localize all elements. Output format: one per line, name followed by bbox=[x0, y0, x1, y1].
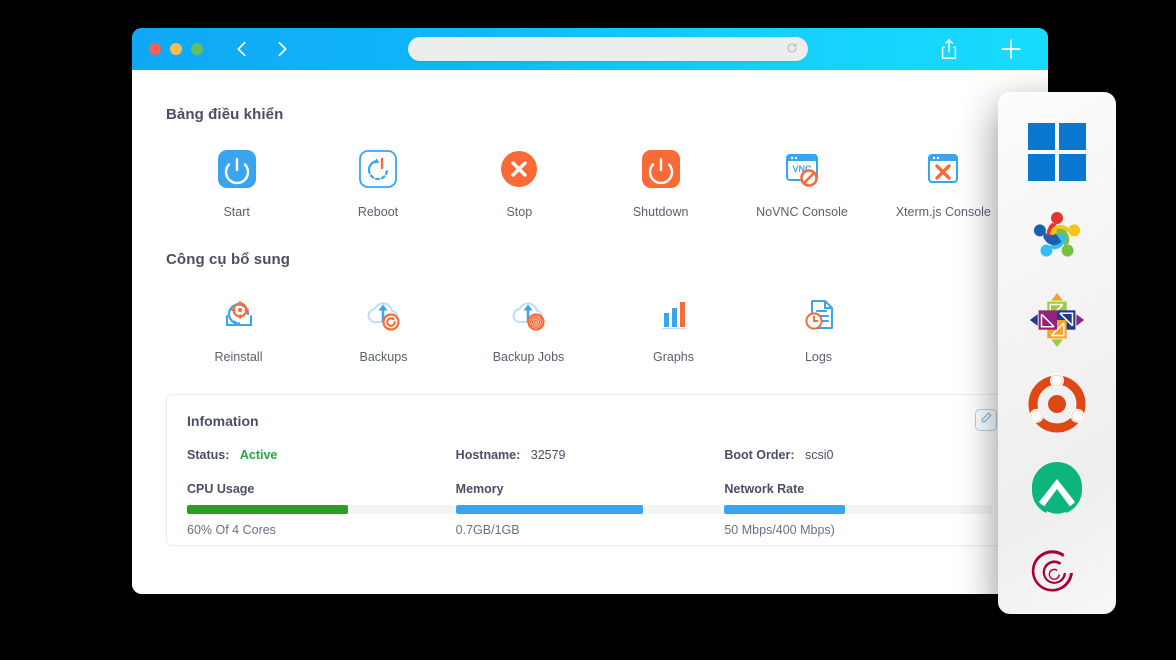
progress-track bbox=[456, 505, 724, 514]
ubuntu-logo-icon[interactable] bbox=[1023, 370, 1091, 438]
action-label: Stop bbox=[506, 205, 532, 219]
resource-meters: CPU Usage 60% Of 4 Cores Memory 0.7GB/1G… bbox=[187, 482, 993, 537]
forward-chevron-icon[interactable] bbox=[271, 38, 293, 60]
field-value: 32579 bbox=[531, 448, 566, 462]
new-tab-plus-icon[interactable] bbox=[998, 36, 1024, 67]
traffic-light-group bbox=[149, 43, 203, 55]
field-key: Hostname: bbox=[456, 448, 521, 462]
field-hostname: Hostname: 32579 bbox=[456, 448, 725, 462]
action-backups[interactable]: Backups bbox=[311, 290, 456, 364]
debian-logo-icon[interactable] bbox=[1023, 538, 1091, 606]
edit-information-button[interactable] bbox=[975, 409, 997, 431]
meter-label: Memory bbox=[456, 482, 725, 496]
action-label: Backup Jobs bbox=[493, 350, 565, 364]
meter-label: CPU Usage bbox=[187, 482, 456, 496]
action-reboot[interactable]: Reboot bbox=[307, 145, 448, 219]
field-key: Boot Order: bbox=[724, 448, 794, 462]
meter-network-rate: Network Rate 50 Mbps/400 Mbps) bbox=[724, 482, 993, 537]
progress-track bbox=[187, 505, 455, 514]
field-value: scsi0 bbox=[805, 448, 833, 462]
pencil-edit-icon bbox=[980, 411, 993, 429]
information-card: Infomation Status: Active Hostname: 3257… bbox=[166, 394, 1014, 546]
action-graphs[interactable]: Graphs bbox=[601, 290, 746, 364]
progress-fill bbox=[724, 505, 845, 514]
address-bar[interactable] bbox=[408, 37, 808, 61]
minimize-window-button[interactable] bbox=[170, 43, 182, 55]
action-label: Graphs bbox=[653, 350, 694, 364]
reinstall-icon bbox=[215, 290, 263, 338]
os-template-strip bbox=[998, 92, 1116, 614]
meter-value: 0.7GB/1GB bbox=[456, 523, 725, 537]
action-label: Reboot bbox=[358, 205, 398, 219]
back-chevron-icon[interactable] bbox=[231, 38, 253, 60]
windows-logo-icon[interactable] bbox=[1023, 118, 1091, 186]
control-panel-title: Bảng điều khiển bbox=[166, 106, 1014, 123]
field-boot-order: Boot Order: scsi0 bbox=[724, 448, 993, 462]
progress-fill bbox=[456, 505, 644, 514]
action-stop[interactable]: Stop bbox=[449, 145, 590, 219]
meter-memory: Memory 0.7GB/1GB bbox=[456, 482, 725, 537]
novnc-console-icon: VNC bbox=[778, 145, 826, 193]
control-action-row: Start Reboot bbox=[166, 145, 1014, 219]
progress-fill bbox=[187, 505, 348, 514]
action-shutdown[interactable]: Shutdown bbox=[590, 145, 731, 219]
action-label: Backups bbox=[360, 350, 408, 364]
ubuntu-mate-logo-icon[interactable] bbox=[1023, 202, 1091, 270]
reload-icon[interactable] bbox=[786, 42, 798, 56]
action-xterm-console[interactable]: Xterm.js Console bbox=[873, 145, 1014, 219]
field-key: Status: bbox=[187, 448, 229, 462]
graphs-icon bbox=[650, 290, 698, 338]
navigation-buttons bbox=[231, 38, 293, 60]
status-badge: Active bbox=[240, 448, 278, 462]
information-title: Infomation bbox=[187, 413, 993, 429]
meter-cpu-usage: CPU Usage 60% Of 4 Cores bbox=[187, 482, 456, 537]
xterm-console-icon bbox=[919, 145, 967, 193]
action-backup-jobs[interactable]: Backup Jobs bbox=[456, 290, 601, 364]
logs-icon bbox=[795, 290, 843, 338]
maximize-window-button[interactable] bbox=[191, 43, 203, 55]
action-novnc-console[interactable]: VNC NoVNC Console bbox=[731, 145, 872, 219]
page-content: Bảng điều khiển Start bbox=[132, 70, 1048, 594]
almalinux-logo-icon[interactable] bbox=[1023, 454, 1091, 522]
browser-titlebar bbox=[132, 28, 1048, 70]
meter-value: 60% Of 4 Cores bbox=[187, 523, 456, 537]
browser-window: Bảng điều khiển Start bbox=[132, 28, 1048, 594]
share-icon[interactable] bbox=[938, 38, 960, 67]
meter-label: Network Rate bbox=[724, 482, 993, 496]
tools-panel-title: Công cụ bổ sung bbox=[166, 251, 1014, 268]
action-label: Start bbox=[223, 205, 249, 219]
information-fields: Status: Active Hostname: 32579 Boot Orde… bbox=[187, 448, 993, 462]
stop-circle-icon bbox=[495, 145, 543, 193]
field-status: Status: Active bbox=[187, 448, 456, 462]
action-label: Reinstall bbox=[215, 350, 263, 364]
action-logs[interactable]: Logs bbox=[746, 290, 891, 364]
action-label: NoVNC Console bbox=[756, 205, 848, 219]
backup-jobs-icon bbox=[505, 290, 553, 338]
action-label: Xterm.js Console bbox=[896, 205, 991, 219]
action-label: Logs bbox=[805, 350, 832, 364]
backups-icon bbox=[360, 290, 408, 338]
tools-action-row: Reinstall Backups bbox=[166, 290, 1014, 364]
action-start[interactable]: Start bbox=[166, 145, 307, 219]
shutdown-icon bbox=[637, 145, 685, 193]
progress-track bbox=[724, 505, 992, 514]
power-start-icon bbox=[213, 145, 261, 193]
action-reinstall[interactable]: Reinstall bbox=[166, 290, 311, 364]
meter-value: 50 Mbps/400 Mbps) bbox=[724, 523, 993, 537]
reboot-icon bbox=[354, 145, 402, 193]
action-label: Shutdown bbox=[633, 205, 689, 219]
close-window-button[interactable] bbox=[149, 43, 161, 55]
centos-logo-icon[interactable] bbox=[1023, 286, 1091, 354]
